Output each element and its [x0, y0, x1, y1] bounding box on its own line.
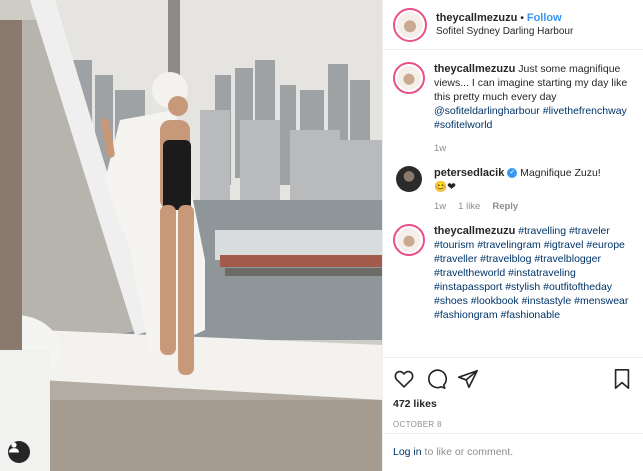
- header-separator: •: [520, 11, 524, 24]
- hashtag-link[interactable]: #shoes: [434, 295, 468, 307]
- comment-username[interactable]: petersedlacik: [434, 167, 504, 179]
- hashtag-link[interactable]: #menswear: [574, 295, 628, 307]
- comment-item: petersedlacik ✓ Magnifique Zuzu! 😊❤ 1w 1…: [393, 166, 635, 214]
- location-link[interactable]: Sofitel Sydney Darling Harbour: [436, 25, 573, 39]
- caption: theycallmezuzu Just some magnifique view…: [393, 62, 635, 156]
- hashtag-link[interactable]: #lookbook: [471, 295, 519, 307]
- bookmark-icon[interactable]: [611, 368, 633, 390]
- hashtag-link[interactable]: #traveler: [569, 225, 610, 237]
- caption-hashtag[interactable]: #livethefrenchway: [543, 105, 627, 117]
- follow-button[interactable]: Follow: [527, 12, 562, 24]
- caption-hashtag[interactable]: #sofitelworld: [434, 119, 492, 131]
- avatar[interactable]: [396, 166, 422, 192]
- hashtag-link[interactable]: #stylish: [505, 281, 540, 293]
- comment-icon[interactable]: [425, 368, 447, 390]
- header-username[interactable]: theycallmezuzu: [436, 12, 517, 24]
- post-side-panel: theycallmezuzu • Follow Sofitel Sydney D…: [382, 0, 643, 471]
- comment-item: theycallmezuzu #travelling #traveler #to…: [393, 224, 635, 322]
- user-tag-icon[interactable]: [8, 441, 30, 463]
- caption-time[interactable]: 1w: [434, 142, 446, 156]
- post-photo[interactable]: [0, 0, 382, 471]
- comment-likes[interactable]: 1 like: [458, 200, 480, 214]
- hashtag-link[interactable]: #travelling: [518, 225, 566, 237]
- hashtag-link[interactable]: #instastyle: [522, 295, 572, 307]
- caption-username[interactable]: theycallmezuzu: [434, 63, 515, 75]
- action-bar: 472 likes OCTOBER 8: [383, 357, 643, 429]
- post-date[interactable]: OCTOBER 8: [393, 420, 633, 429]
- hashtag-link[interactable]: #travelblogger: [534, 253, 601, 265]
- share-icon[interactable]: [457, 368, 479, 390]
- avatar[interactable]: [393, 7, 427, 42]
- hashtag-link[interactable]: #fashiongram: [434, 309, 498, 321]
- hashtag-link[interactable]: #fashionable: [501, 309, 561, 321]
- comment-list: theycallmezuzu Just some magnifique view…: [393, 62, 635, 352]
- comment-emoji: 😊❤: [434, 181, 456, 193]
- photo-illustration: [0, 0, 382, 471]
- heart-icon[interactable]: [393, 368, 415, 390]
- login-prompt-text: to like or comment.: [424, 446, 514, 458]
- comment-username[interactable]: theycallmezuzu: [434, 225, 515, 237]
- hashtag-link[interactable]: #traveller: [434, 253, 477, 265]
- comment-text: Magnifique Zuzu!: [520, 167, 601, 179]
- hashtag-link[interactable]: #instatraveling: [508, 267, 576, 279]
- hashtag-link[interactable]: #outfitoftheday: [543, 281, 612, 293]
- reply-button[interactable]: Reply: [492, 200, 518, 214]
- login-link[interactable]: Log in: [393, 446, 422, 458]
- hashtag-link[interactable]: #instapassport: [434, 281, 502, 293]
- hashtag-link[interactable]: #traveltheworld: [434, 267, 505, 279]
- hashtag-link[interactable]: #igtravel: [544, 239, 584, 251]
- hashtag-link[interactable]: #europe: [586, 239, 625, 251]
- hashtag-link[interactable]: #travelingram: [477, 239, 541, 251]
- comment-time[interactable]: 1w: [434, 200, 446, 214]
- avatar[interactable]: [393, 224, 425, 256]
- caption-mention[interactable]: @sofiteldarlingharbour: [434, 105, 540, 117]
- likes-count[interactable]: 472 likes: [393, 398, 633, 410]
- post-modal: theycallmezuzu • Follow Sofitel Sydney D…: [0, 0, 643, 471]
- hashtag-link[interactable]: #tourism: [434, 239, 474, 251]
- avatar[interactable]: [393, 62, 425, 94]
- login-prompt: Log in to like or comment.: [383, 433, 643, 471]
- verified-badge-icon: ✓: [507, 168, 518, 179]
- post-header: theycallmezuzu • Follow Sofitel Sydney D…: [383, 0, 643, 50]
- hashtag-link[interactable]: #travelblog: [480, 253, 531, 265]
